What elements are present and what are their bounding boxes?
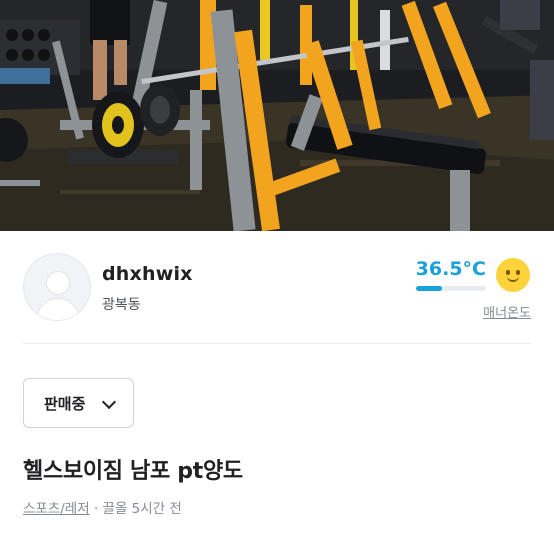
manner-temperature: 36.5°C xyxy=(415,258,486,280)
chevron-down-icon xyxy=(101,394,117,410)
section-divider xyxy=(23,343,531,344)
post-title: 헬스보이짐 남포 pt양도 xyxy=(23,459,243,484)
face-right-eye xyxy=(516,270,520,275)
avatar-body-shape xyxy=(36,298,80,320)
seller-profile[interactable]: dhxhwix 광복동 36.5°C 매너온도 xyxy=(0,231,554,343)
manner-temperature-bar xyxy=(416,286,486,291)
post-category-link[interactable]: 스포츠/레저 xyxy=(23,501,90,517)
seller-username[interactable]: dhxhwix xyxy=(102,263,193,285)
manner-temperature-link[interactable]: 매너온도 xyxy=(483,302,531,321)
post-meta: 스포츠/레저 · 끌올 5시간 전 xyxy=(23,497,182,517)
seller-avatar[interactable] xyxy=(23,253,91,321)
avatar-head-shape xyxy=(46,271,70,295)
post-bump-time: 끌올 5시간 전 xyxy=(102,501,182,517)
smile-face-icon xyxy=(496,258,530,292)
face-mouth xyxy=(507,276,519,282)
manner-temperature-fill xyxy=(416,286,442,291)
sale-status-dropdown[interactable]: 판매중 xyxy=(23,378,134,428)
face-left-eye xyxy=(506,270,510,275)
sale-status-label: 판매중 xyxy=(44,394,86,413)
meta-separator: · xyxy=(93,501,99,517)
seller-region: 광복동 xyxy=(102,297,141,313)
product-photo[interactable] xyxy=(0,0,554,231)
